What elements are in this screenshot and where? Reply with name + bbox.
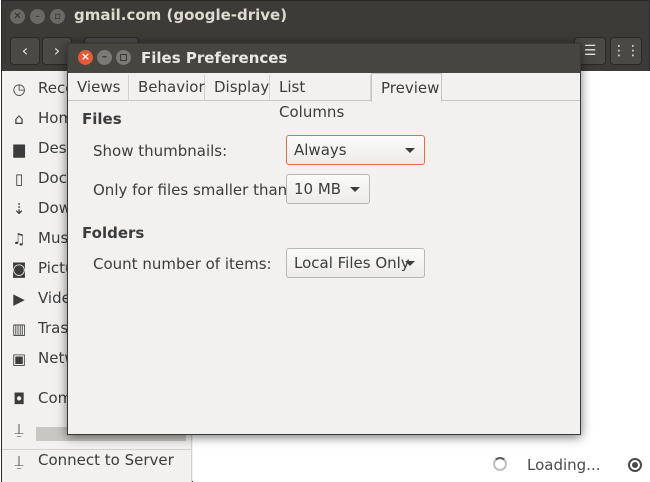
maximize-icon[interactable]: ▫: [50, 9, 65, 24]
file-size-limit-label: Only for files smaller than:: [93, 181, 293, 199]
sidebar-item-connect-to-server[interactable]: ⍊ Connect to Server: [2, 446, 192, 476]
close-icon[interactable]: ×: [78, 50, 93, 65]
file-size-limit-value: 10 MB: [294, 180, 342, 198]
show-thumbnails-value: Always: [294, 141, 347, 159]
drive-icon: ◘: [13, 390, 25, 408]
preferences-dialog: × – Files Preferences Views Behavior Dis…: [67, 43, 581, 435]
tab-bar: Views Behavior Display List Columns Prev…: [68, 73, 580, 121]
loading-status: Loading...: [527, 456, 601, 474]
maximize-icon[interactable]: [116, 50, 131, 65]
status-icon[interactable]: [628, 458, 642, 472]
camera-icon: ◙: [11, 260, 27, 278]
clock-icon: ◷: [12, 80, 26, 98]
show-thumbnails-label: Show thumbnails:: [93, 142, 228, 160]
tab-preview[interactable]: Preview: [371, 73, 442, 102]
spinner-icon: [493, 457, 507, 471]
grid-view-icon[interactable]: ⋮⋮: [610, 37, 642, 65]
dialog-titlebar: × – Files Preferences: [68, 44, 580, 73]
network-drive-icon: ⍊: [14, 420, 24, 438]
file-size-limit-select[interactable]: 10 MB: [286, 174, 370, 204]
trash-icon: ▥: [11, 320, 27, 338]
document-icon: ▯: [14, 170, 24, 188]
home-icon: ⌂: [14, 110, 24, 128]
chevron-down-icon: [405, 261, 415, 266]
tab-views[interactable]: Views: [68, 75, 129, 100]
video-icon: ▶: [13, 290, 25, 308]
show-thumbnails-select[interactable]: Always: [286, 135, 425, 165]
count-items-value: Local Files Only: [294, 254, 410, 272]
window-title: gmail.com (google-drive): [74, 6, 288, 24]
minimize-icon[interactable]: –: [30, 9, 45, 24]
files-section-heading: Files: [82, 110, 122, 128]
count-items-select[interactable]: Local Files Only: [286, 248, 425, 278]
music-icon: ♫: [12, 230, 26, 248]
close-icon[interactable]: ✕: [10, 9, 25, 24]
tab-behavior[interactable]: Behavior: [129, 75, 205, 100]
folder-icon: ▆: [13, 140, 25, 158]
network-icon: ▣: [11, 350, 27, 368]
back-button[interactable]: ‹: [10, 37, 40, 65]
server-icon: ⍊: [14, 452, 24, 470]
folders-section-heading: Folders: [82, 224, 145, 242]
download-icon: ⇣: [12, 200, 26, 218]
chevron-down-icon: [405, 148, 415, 153]
tab-list-columns[interactable]: List Columns: [270, 75, 371, 121]
sidebar-item-label: Connect to Server: [38, 451, 174, 469]
chevron-down-icon: [350, 187, 360, 192]
dialog-title: Files Preferences: [141, 49, 288, 67]
minimize-icon[interactable]: –: [97, 50, 112, 65]
tab-display[interactable]: Display: [205, 75, 270, 100]
count-items-label: Count number of items:: [93, 255, 272, 273]
window-titlebar: ✕ – ▫ gmail.com (google-drive): [2, 1, 649, 31]
